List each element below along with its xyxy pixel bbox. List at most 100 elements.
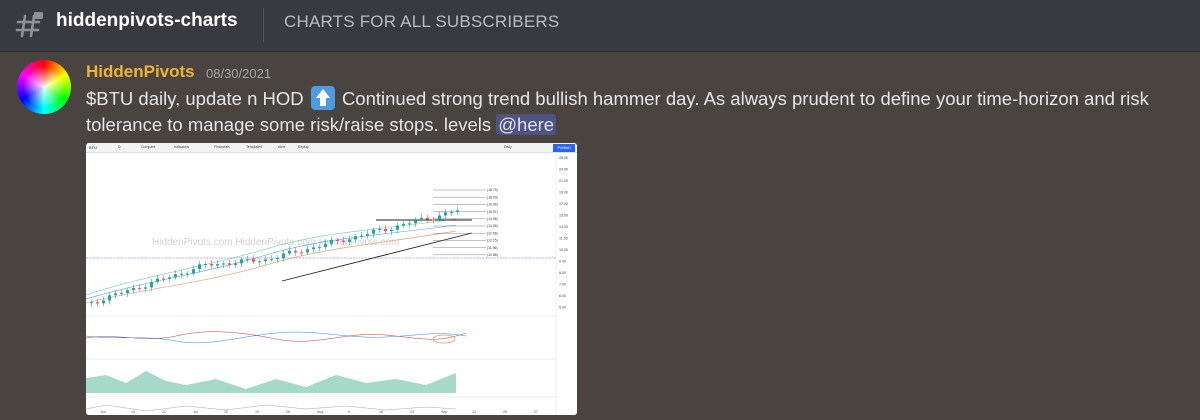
candle-body [270,259,273,261]
x-axis-label: 20 [503,410,507,414]
alert-button: Alert [278,145,286,149]
candle-body [132,287,135,291]
candle-body [312,247,315,250]
candle-body [450,212,453,214]
fib-level-label: (11.96) [487,246,498,250]
price-axis-label: 7.00 [559,283,566,287]
header-divider [263,8,264,42]
x-axis-label: 14 [131,410,135,414]
fib-level-label: (10.88) [487,253,498,257]
candle-body [300,252,303,254]
candle-body [354,236,357,240]
candle-body [108,295,111,301]
here-mention[interactable]: @here [496,114,557,135]
candle-body [174,274,177,278]
candle-body [372,229,375,234]
x-axis-label: 23 [410,410,414,414]
candle-body [456,210,459,213]
replay-button: Replay [298,145,309,149]
candle-body [402,223,405,226]
candle-body [330,239,333,244]
x-axis-label: 16 [379,410,383,414]
fib-level-label: (15.97) [487,210,498,214]
candle-body [126,290,129,294]
x-axis-label: 12 [224,410,228,414]
x-axis-label: 9 [348,410,350,414]
candle-body [222,263,225,265]
candle-body [156,278,159,282]
candle-body [336,239,339,241]
price-axis-label: 5.00 [559,306,566,310]
price-axis-label: 17.00 [559,202,568,206]
financials-button: Financials [214,145,230,149]
x-axis-label: 26 [286,410,290,414]
chart-toolbar: BTU D Compare Indicators Financials Temp… [86,143,577,153]
channel-topic[interactable]: CHARTS FOR ALL SUBSCRIBERS [284,12,559,32]
candle-body [366,233,369,236]
candle-body [186,273,189,275]
candle-body [390,229,393,232]
message-text-part1: $BTU daily, update n HOD [86,88,304,109]
avatar[interactable] [17,60,71,114]
candle-body [342,240,345,243]
price-axis-label: 19.00 [559,191,568,195]
candle-body [318,247,321,249]
message-author[interactable]: HiddenPivots [86,62,195,82]
candle-body [438,215,441,220]
candle-body [138,287,141,289]
fib-level-label: (12.96) [487,231,498,235]
candle-body [396,225,399,230]
candle-body [444,212,447,216]
price-axis-label: 11.50 [559,237,568,241]
candle-body [384,228,387,232]
candlestick-chart: 28.00 24.00 21.00 19.00 17.00 15.00 13.00 11.50… [86,153,577,415]
compare-button: Compare [141,145,156,149]
candle-body [204,263,207,265]
price-axis-label: 15.00 [559,214,568,218]
x-axis-label: 21 [162,410,166,414]
candle-body [360,235,363,237]
price-axis-label: 8.00 [559,271,566,275]
x-axis-label: Jun [100,410,106,414]
text-channel-locked-icon [15,12,43,38]
candle-body [306,249,309,253]
indicators-button: Indicators [174,145,190,149]
x-axis-label: Aug [317,410,323,414]
fib-level-label: (18.00) [487,195,498,199]
x-axis-label: 19 [255,410,259,414]
x-axis-label: Sep [441,410,447,414]
up-arrow-emoji-icon [310,86,335,110]
candle-body [96,302,99,304]
candle-body [264,259,267,262]
candle-body [192,269,195,274]
candle-body [210,263,213,266]
chart-ticker: BTU [89,145,97,150]
candle-body [150,281,153,288]
x-axis-label: 13 [472,410,476,414]
fib-level-label: (18.75) [487,188,498,192]
x-axis-label: 27 [534,410,538,414]
fib-level-label: (14.96) [487,217,498,221]
message-timestamp[interactable]: 08/30/2021 [206,66,271,81]
candle-body [240,259,243,264]
price-axis-label: 24.00 [559,168,568,172]
candle-body [216,263,219,266]
fib-level-label: (16.96) [487,203,498,207]
price-axis-label: 9.00 [559,260,566,264]
message-content: $BTU daily, update n HOD Continued stron… [86,86,1186,138]
candle-body [198,264,201,270]
candle-body [246,259,249,261]
price-axis-label: 6.00 [559,294,566,298]
channel-name[interactable]: hiddenpivots-charts [56,10,238,32]
candle-body [252,259,255,262]
range-selector: Daily [504,145,512,149]
chart-image-attachment[interactable]: BTU D Compare Indicators Financials Temp… [86,143,577,415]
chart-interval: D [118,145,121,149]
price-axis-label: 28.00 [559,156,568,160]
candle-body [168,277,171,279]
candle-body [378,228,381,230]
candle-body [276,258,279,260]
candle-body [288,250,291,254]
candle-body [120,293,123,295]
candle-body [426,217,429,220]
